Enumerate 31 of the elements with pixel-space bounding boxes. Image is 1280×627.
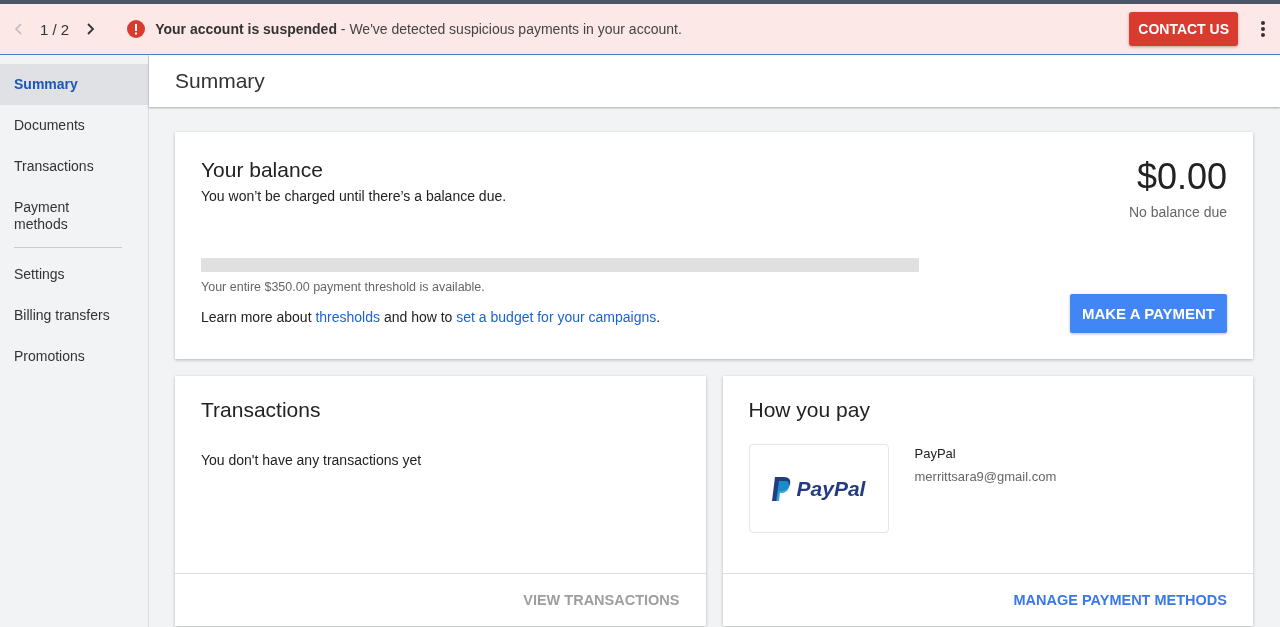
- error-icon: [127, 20, 146, 38]
- learn-more-text: Learn more about thresholds and how to set a budget for your campaigns.: [201, 309, 661, 325]
- account-email: merrittsara9@gmail.com: [914, 469, 1057, 484]
- balance-subtitle: You won’t be charged until there’s a balance due.: [201, 188, 507, 204]
- make-payment-button[interactable]: MAKE A PAYMENT: [1069, 294, 1227, 333]
- chevron-right-icon: [87, 23, 96, 35]
- empty-message: You don't have any transactions yet: [201, 452, 423, 468]
- payment-method-name: PayPal: [914, 446, 957, 461]
- page-title: Summary: [175, 69, 265, 93]
- logo-wordmark: PayPal: [796, 476, 866, 501]
- sidebar-item[interactable]: Settings: [0, 254, 148, 295]
- card-title: Your balance: [201, 158, 324, 182]
- sidebar-item[interactable]: Billing transfers: [0, 295, 148, 336]
- chevron-left-icon: [14, 23, 22, 35]
- sidebar-item[interactable]: Summary: [0, 64, 148, 105]
- more-options-icon[interactable]: [1260, 20, 1266, 38]
- contact-us-button[interactable]: CONTACT US: [1129, 12, 1238, 46]
- sidebar-item[interactable]: Transactions: [0, 146, 148, 187]
- help-link[interactable]: thresholds: [315, 309, 380, 325]
- balance-amount: $0.00: [1135, 156, 1227, 198]
- suspension-message: Your account is suspended - We've detected suspicious payments in your account.: [155, 21, 683, 37]
- balance-note: No balance due: [1128, 204, 1227, 220]
- page-counter: 1 / 2: [40, 20, 70, 38]
- card-title: How you pay: [748, 398, 871, 422]
- p-mark-icon: [771, 476, 792, 501]
- sidebar-item[interactable]: Promotions: [0, 336, 148, 377]
- sidebar-item[interactable]: Payment methods: [0, 187, 148, 245]
- manage-payment-methods-link[interactable]: MANAGE PAYMENT METHODS: [1013, 592, 1227, 608]
- sidebar-item[interactable]: Documents: [0, 105, 148, 146]
- threshold-note: Your entire $350.00 payment threshold is available.: [201, 280, 486, 294]
- card-title: Transactions: [201, 398, 322, 422]
